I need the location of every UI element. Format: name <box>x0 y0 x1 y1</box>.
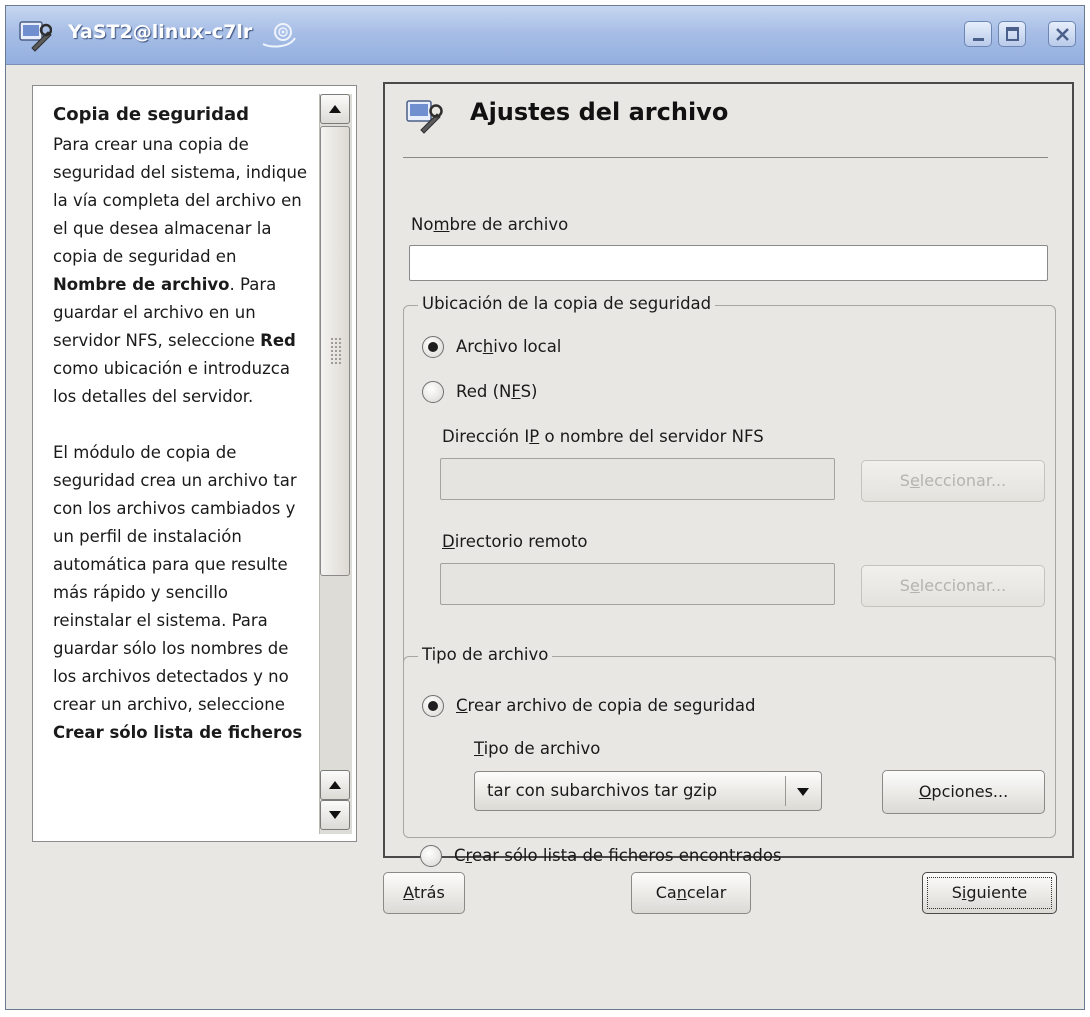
suse-swirl-icon <box>262 23 296 48</box>
label-part: irectorio remoto <box>454 532 588 551</box>
radio-network-label[interactable]: Red (NFS) <box>456 382 538 401</box>
archive-type-group-title: Tipo de archivo <box>418 645 553 664</box>
scroll-up-button[interactable] <box>320 94 350 124</box>
close-icon <box>1056 28 1069 41</box>
title-bar[interactable]: YaST2@linux-c7lr <box>6 6 1084 65</box>
chevron-down-icon <box>797 788 809 796</box>
label-part: rear archivo de copia de seguridad <box>467 696 756 715</box>
mnemonic: D <box>442 532 455 551</box>
arrow-up-icon <box>329 781 341 789</box>
scroll-thumb[interactable] <box>320 126 350 576</box>
radio-network[interactable] <box>422 381 444 403</box>
label-part: leccionar... <box>919 471 1007 490</box>
radio-list-only-visual[interactable] <box>420 845 442 867</box>
mnemonic: F <box>511 382 521 401</box>
mnemonic: h <box>482 337 494 356</box>
mnemonic: C <box>456 696 468 715</box>
label-part: S) <box>520 382 538 401</box>
arrow-down-icon <box>329 811 341 819</box>
radio-list-only-label[interactable]: Crear sólo lista de ficheros encontrados <box>454 846 782 865</box>
location-group-title: Ubicación de la copia de seguridad <box>418 294 716 313</box>
scroll-up-button-lower[interactable] <box>320 770 350 800</box>
page-title: Ajustes del archivo <box>470 98 729 126</box>
label-part: ivo local <box>493 337 562 356</box>
mnemonic: T <box>474 739 484 758</box>
button-bar: Atrás Cancelar Siguiente <box>6 858 1084 1008</box>
label-part: celar <box>686 883 727 902</box>
scroll-grip <box>330 337 342 365</box>
window-title: YaST2@linux-c7lr <box>68 21 253 43</box>
mnemonic: A <box>403 883 414 902</box>
radio-dot <box>428 701 438 711</box>
select-server-button[interactable]: Seleccionar... <box>861 460 1045 502</box>
help-text-span: como ubicación e introduzca los detalles… <box>53 359 290 406</box>
back-button[interactable]: Atrás <box>383 872 465 914</box>
archive-type-group: Tipo de archivo Crear archivo de copia d… <box>403 645 1056 838</box>
heading-divider <box>403 157 1048 158</box>
radio-create-archive[interactable] <box>422 695 444 717</box>
label-part: bre de archivo <box>449 215 569 234</box>
help-paragraph-2: El módulo de copia de seguridad crea un … <box>53 439 311 747</box>
cancel-button[interactable]: Cancelar <box>631 872 751 914</box>
label-part: Ca <box>655 883 677 902</box>
label-part: leccionar... <box>919 576 1007 595</box>
filename-input[interactable] <box>409 245 1048 281</box>
remote-dir-input[interactable] <box>440 563 835 605</box>
label-part: S <box>899 576 910 595</box>
backup-settings-icon <box>406 100 443 134</box>
archive-type-label: Tipo de archivo <box>474 739 600 758</box>
help-panel[interactable]: Copia de seguridad Para crear una copia … <box>32 85 357 842</box>
close-button[interactable] <box>1048 21 1076 47</box>
label-part: Arc <box>456 337 483 356</box>
label-part: o nombre del servidor NFS <box>539 427 764 446</box>
archive-type-value: tar con subarchivos tar gzip <box>487 781 718 800</box>
help-scrollbar[interactable] <box>319 94 352 834</box>
maximize-icon <box>1006 27 1019 41</box>
filename-label: Nombre de archivo <box>411 215 568 234</box>
label-part: Dirección I <box>442 427 530 446</box>
label-part: trás <box>413 883 445 902</box>
label-part: Red (N <box>456 382 512 401</box>
help-text: Copia de seguridad Para crear una copia … <box>53 100 311 775</box>
help-paragraph-1: Para crear una copia de seguridad del si… <box>53 131 311 411</box>
help-bold-list-only: Crear sólo lista de ficheros <box>53 723 303 742</box>
select-directory-button[interactable]: Seleccionar... <box>861 565 1045 607</box>
radio-local-file-label[interactable]: Archivo local <box>456 337 561 356</box>
label-part: pciones... <box>931 782 1009 801</box>
minimize-icon <box>973 38 984 41</box>
label-part: ipo de archivo <box>483 739 601 758</box>
remote-dir-label: Directorio remoto <box>442 532 588 551</box>
label-part: ear sólo lista de ficheros encontrados <box>471 846 782 865</box>
focus-ring <box>927 877 1052 909</box>
label-part: No <box>411 215 434 234</box>
mnemonic: m <box>433 215 450 234</box>
mnemonic: n <box>676 883 687 902</box>
help-bold-network: Red <box>260 331 296 350</box>
radio-local-file[interactable] <box>422 336 444 358</box>
help-bold-filename: Nombre de archivo <box>53 275 230 294</box>
next-button[interactable]: Siguiente <box>922 872 1057 914</box>
archive-type-select[interactable]: tar con subarchivos tar gzip <box>474 771 822 811</box>
help-title: Copia de seguridad <box>53 104 249 125</box>
scroll-down-button[interactable] <box>320 800 350 830</box>
options-button[interactable]: Opciones... <box>882 770 1045 814</box>
settings-panel: Ajustes del archivo Nombre de archivo Ub… <box>383 82 1074 858</box>
help-text-span: El módulo de copia de seguridad crea un … <box>53 443 297 714</box>
mnemonic: e <box>909 471 920 490</box>
ip-address-input[interactable] <box>440 458 835 500</box>
yast-app-icon[interactable] <box>18 18 52 52</box>
arrow-up-icon <box>329 105 341 113</box>
mnemonic: O <box>918 782 932 801</box>
mnemonic: P <box>529 427 540 446</box>
help-text-span: Para crear una copia de seguridad del si… <box>53 135 308 266</box>
label-part: S <box>899 471 910 490</box>
radio-dot <box>428 342 438 352</box>
minimize-button[interactable] <box>964 21 992 47</box>
combo-separator <box>785 776 786 806</box>
ip-address-label: Dirección IP o nombre del servidor NFS <box>442 427 764 446</box>
radio-create-archive-label[interactable]: Crear archivo de copia de seguridad <box>456 696 755 715</box>
mnemonic: e <box>909 576 920 595</box>
maximize-button[interactable] <box>998 21 1026 47</box>
label-part: C <box>454 846 466 865</box>
